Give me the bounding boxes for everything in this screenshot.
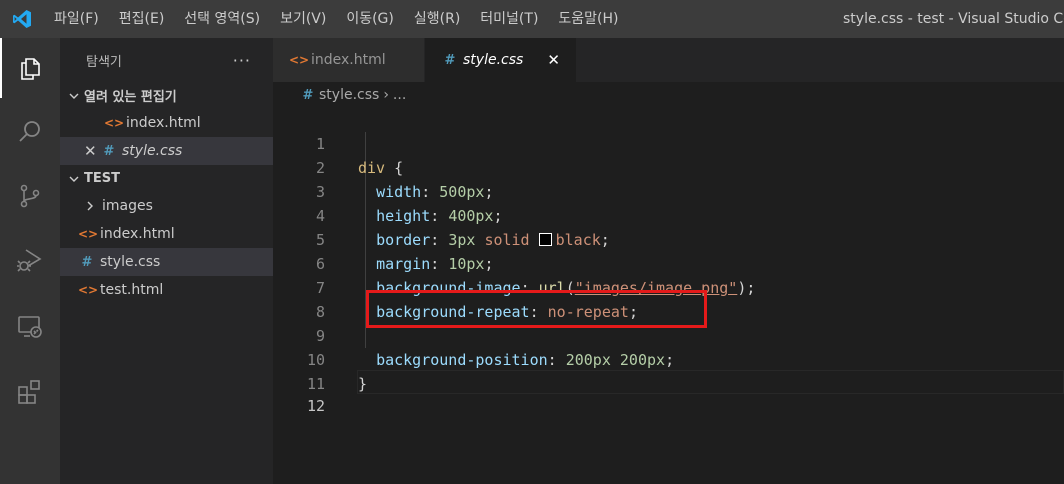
menu-edit[interactable]: 편집(E) bbox=[109, 0, 175, 38]
code-line: 2 width: 500px; bbox=[273, 132, 1064, 201]
menu-file[interactable]: 파일(F) bbox=[44, 0, 109, 38]
close-tab-icon[interactable]: ✕ bbox=[547, 51, 560, 69]
explorer-sidebar: 탐색기 ··· 열려 있는 편집기 <> index.html ✕ # styl… bbox=[60, 38, 273, 484]
title-bar: 파일(F) 편집(E) 선택 영역(S) 보기(V) 이동(G) 실행(R) 터… bbox=[0, 0, 1064, 38]
html-file-icon: <> bbox=[104, 116, 125, 130]
code-line: 5 margin: 10px; bbox=[273, 204, 1064, 273]
run-debug-icon[interactable] bbox=[0, 230, 60, 290]
explorer-title: 탐색기 bbox=[86, 54, 122, 70]
css-file-icon: # bbox=[302, 87, 314, 103]
tree-item-label: index.html bbox=[100, 226, 175, 242]
remote-explorer-icon[interactable] bbox=[0, 296, 60, 356]
chevron-down-icon bbox=[66, 88, 82, 104]
html-file-icon: <> bbox=[78, 227, 99, 241]
tab-index-html[interactable]: <> index.html bbox=[273, 38, 425, 82]
source-control-icon[interactable] bbox=[0, 166, 60, 226]
css-file-icon: # bbox=[444, 52, 456, 68]
menu-bar: 파일(F) 편집(E) 선택 영역(S) 보기(V) 이동(G) 실행(R) 터… bbox=[44, 0, 629, 38]
code-line: 11 bbox=[273, 348, 1064, 393]
code-line: 7 background-repeat: no-repeat; bbox=[273, 252, 1064, 321]
breadcrumb-file[interactable]: style.css bbox=[319, 87, 379, 103]
menu-help[interactable]: 도움말(H) bbox=[548, 0, 628, 38]
code-line: 12 bbox=[273, 370, 1064, 415]
tab-style-css[interactable]: # style.css ✕ bbox=[425, 38, 577, 82]
vscode-logo-icon bbox=[0, 0, 44, 38]
code-line: 3 height: 400px; bbox=[273, 156, 1064, 225]
tab-label: style.css bbox=[463, 52, 524, 68]
open-editors-section-header[interactable]: 열려 있는 편집기 bbox=[60, 82, 273, 109]
tree-item-label: style.css bbox=[100, 254, 161, 270]
menu-go[interactable]: 이동(G) bbox=[336, 0, 404, 38]
chevron-right-icon bbox=[82, 198, 98, 214]
open-editor-item-style-css[interactable]: ✕ # style.css bbox=[60, 137, 273, 165]
more-actions-button[interactable]: ··· bbox=[233, 51, 251, 70]
activity-bar bbox=[0, 38, 60, 484]
tree-item-images-folder[interactable]: images bbox=[60, 192, 273, 220]
tree-item-test-html[interactable]: <> test.html bbox=[60, 276, 273, 304]
tree-item-label: images bbox=[102, 198, 153, 214]
code-line: 6 background-image: url("images/image.pn… bbox=[273, 228, 1064, 297]
workspace-section-header[interactable]: TEST bbox=[60, 165, 273, 192]
open-editor-filename: style.css bbox=[122, 143, 183, 159]
tree-item-index-html[interactable]: <> index.html bbox=[60, 220, 273, 248]
window-title: style.css - test - Visual Studio Code bbox=[843, 11, 1064, 27]
breadcrumb-separator: › bbox=[383, 87, 389, 103]
breadcrumb-symbols[interactable]: ... bbox=[393, 87, 406, 103]
html-file-icon: <> bbox=[289, 53, 310, 67]
explorer-icon[interactable] bbox=[0, 38, 60, 98]
css-file-icon: # bbox=[103, 143, 115, 159]
tree-item-label: test.html bbox=[100, 282, 164, 298]
explorer-header: 탐색기 ··· bbox=[60, 38, 273, 82]
highlight-annotation-box bbox=[366, 290, 707, 328]
close-editor-icon[interactable]: ✕ bbox=[84, 142, 100, 160]
menu-selection[interactable]: 선택 영역(S) bbox=[174, 0, 270, 38]
css-file-icon: # bbox=[81, 254, 93, 270]
open-editor-item-index-html[interactable]: <> index.html bbox=[60, 109, 273, 137]
html-file-icon: <> bbox=[78, 283, 99, 297]
tree-item-style-css[interactable]: # style.css bbox=[60, 248, 273, 276]
chevron-down-icon bbox=[66, 171, 82, 187]
menu-view[interactable]: 보기(V) bbox=[270, 0, 336, 38]
editor-tab-bar: <> index.html # style.css ✕ bbox=[273, 38, 1064, 82]
tab-label: index.html bbox=[311, 52, 386, 68]
menu-run[interactable]: 실행(R) bbox=[404, 0, 470, 38]
menu-terminal[interactable]: 터미널(T) bbox=[470, 0, 548, 38]
open-editor-filename: index.html bbox=[126, 115, 201, 131]
line-number: 12 bbox=[306, 397, 325, 415]
search-icon[interactable] bbox=[0, 102, 60, 162]
extensions-icon[interactable] bbox=[0, 362, 60, 422]
breadcrumb: # style.css › ... bbox=[273, 82, 1064, 108]
workspace-label: TEST bbox=[84, 171, 120, 186]
code-line: 1 div { bbox=[273, 108, 1064, 177]
code-line: 4 border: 3px solid black; bbox=[273, 180, 1064, 249]
open-editors-label: 열려 있는 편집기 bbox=[84, 90, 177, 105]
